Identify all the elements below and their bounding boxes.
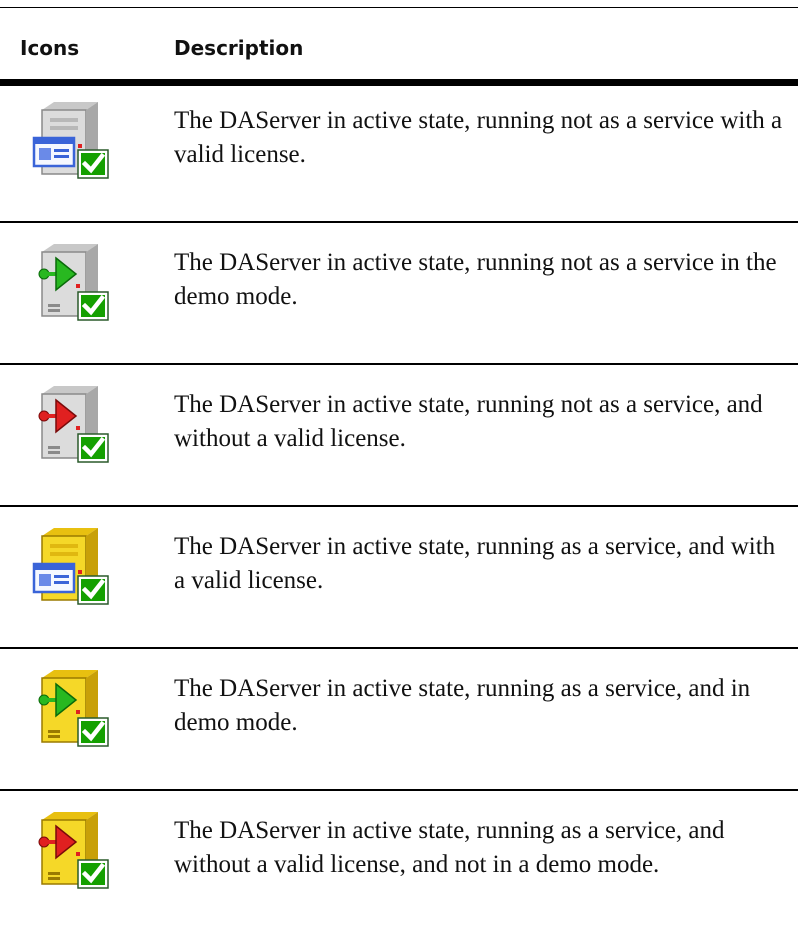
row-description: The DAServer in active state, running as… bbox=[174, 533, 776, 594]
column-header-icons: Icons bbox=[20, 36, 80, 60]
row-rule bbox=[0, 221, 798, 223]
row-rule bbox=[0, 789, 798, 791]
row-description: The DAServer in active state, running no… bbox=[174, 107, 783, 168]
row-description: The DAServer in active state, running as… bbox=[174, 817, 725, 878]
row-rule bbox=[0, 647, 798, 649]
row-rule bbox=[0, 363, 798, 365]
server-demo-mode-icon bbox=[26, 238, 114, 326]
service-valid-license-icon bbox=[26, 522, 114, 610]
service-no-license-icon bbox=[26, 806, 114, 894]
row-description: The DAServer in active state, running no… bbox=[174, 391, 763, 452]
row-description: The DAServer in active state, running as… bbox=[174, 675, 751, 736]
row-description: The DAServer in active state, running no… bbox=[174, 249, 777, 310]
column-header-description: Description bbox=[174, 36, 304, 60]
service-demo-mode-icon bbox=[26, 664, 114, 752]
table-top-rule bbox=[0, 7, 798, 8]
server-valid-license-icon bbox=[26, 96, 114, 184]
server-no-license-icon bbox=[26, 380, 114, 468]
row-rule bbox=[0, 505, 798, 507]
header-rule bbox=[0, 79, 798, 86]
